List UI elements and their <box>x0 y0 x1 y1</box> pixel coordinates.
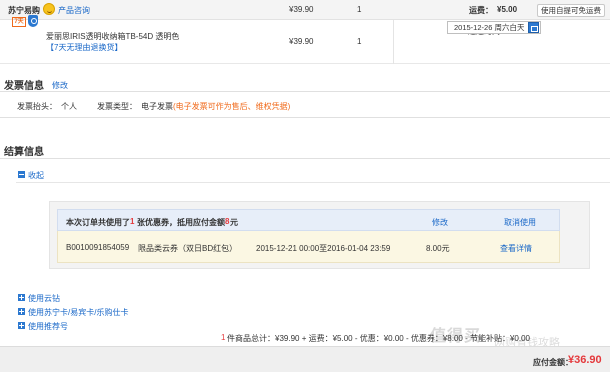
product-name-link[interactable]: 爱丽思IRIS透明收纳箱TB-54D 透明色 <box>46 31 179 42</box>
coupon-validity: 2015-12-21 00:00至2016-01-04 23:59 <box>256 244 391 253</box>
option-suning-card-link[interactable]: 使用苏宁卡/易宾卡/乐购仕卡 <box>28 307 128 318</box>
product-consult-link[interactable]: 产品咨询 <box>58 5 90 16</box>
payable-label: 应付金额： <box>533 358 573 367</box>
coupon-modify-link[interactable]: 修改 <box>432 217 448 228</box>
payable-footer: 应付金额： ¥36.90 <box>0 346 610 372</box>
coupon-summary-suffix: 元 <box>230 218 238 227</box>
coupon-summary-prefix: 本次订单共使用了 <box>66 218 130 227</box>
coupon-name: 限品类云券（双日BD红包） <box>138 244 238 253</box>
consult-smiley-icon[interactable] <box>43 3 55 15</box>
summary-line: 件商品总计：¥39.90 + 运费：¥5.00 - 优惠：¥0.00 - 优惠券… <box>227 334 530 343</box>
divider <box>0 91 610 92</box>
return-policy-link[interactable]: 【7天无理由退换货】 <box>46 42 122 53</box>
invoice-type-value: 电子发票 <box>141 102 173 111</box>
coupon-row-amount: 8.00元 <box>426 244 450 253</box>
divider <box>16 182 610 183</box>
coupon-summary-mid: 张优惠券，抵用应付金额 <box>137 218 225 227</box>
invoice-type-note: (电子发票可作为售后、维权凭据) <box>173 102 291 111</box>
header-price: ¥39.90 <box>289 5 314 14</box>
expand-plus-icon[interactable] <box>18 294 25 301</box>
invoice-type-label: 发票类型： <box>97 102 137 111</box>
guarantee-shield-icon <box>28 15 38 27</box>
option-referral-link[interactable]: 使用推荐号 <box>28 321 68 332</box>
item-price: ¥39.90 <box>289 37 314 46</box>
invoice-header-label: 发票抬头： <box>17 102 57 111</box>
expand-plus-icon[interactable] <box>18 308 25 315</box>
coupon-code: B0010091854059 <box>66 243 130 252</box>
shipping-value: ¥5.00 <box>497 5 518 14</box>
coupon-count: 1 <box>130 217 135 226</box>
header-quantity: 1 <box>357 5 362 14</box>
summary-count: 1 <box>221 333 226 342</box>
coupon-amount: 8 <box>225 217 230 226</box>
item-quantity: 1 <box>357 37 362 46</box>
settlement-section-title: 结算信息 <box>4 147 44 158</box>
collapse-link[interactable]: 收起 <box>28 170 44 181</box>
collapse-minus-icon[interactable] <box>18 171 25 178</box>
invoice-edit-link[interactable]: 修改 <box>52 80 68 91</box>
expand-plus-icon[interactable] <box>18 322 25 329</box>
invoice-header-value: 个人 <box>61 102 77 111</box>
invoice-section-title: 发票信息 <box>4 81 44 92</box>
self-pickup-button[interactable]: 使用自提可免运费 <box>537 4 605 17</box>
coupon-detail-link[interactable]: 查看详情 <box>500 243 532 254</box>
column-divider <box>393 20 394 64</box>
coupon-cancel-link[interactable]: 取消使用 <box>504 217 536 228</box>
shipping-label: 运费： <box>469 6 493 15</box>
delivery-date-input[interactable]: 2015-12-26 周六白天 <box>447 21 541 34</box>
option-cloud-diamond-link[interactable]: 使用云钻 <box>28 293 60 304</box>
divider <box>0 117 610 118</box>
payable-value: ¥36.90 <box>568 354 602 366</box>
calendar-icon[interactable] <box>528 22 539 33</box>
store-header-row: 苏宁易购 产品咨询 ¥39.90 1 运费： ¥5.00 使用自提可免运费 <box>0 0 610 20</box>
seven-day-return-icon: 7天 <box>12 17 26 27</box>
divider <box>0 158 610 159</box>
